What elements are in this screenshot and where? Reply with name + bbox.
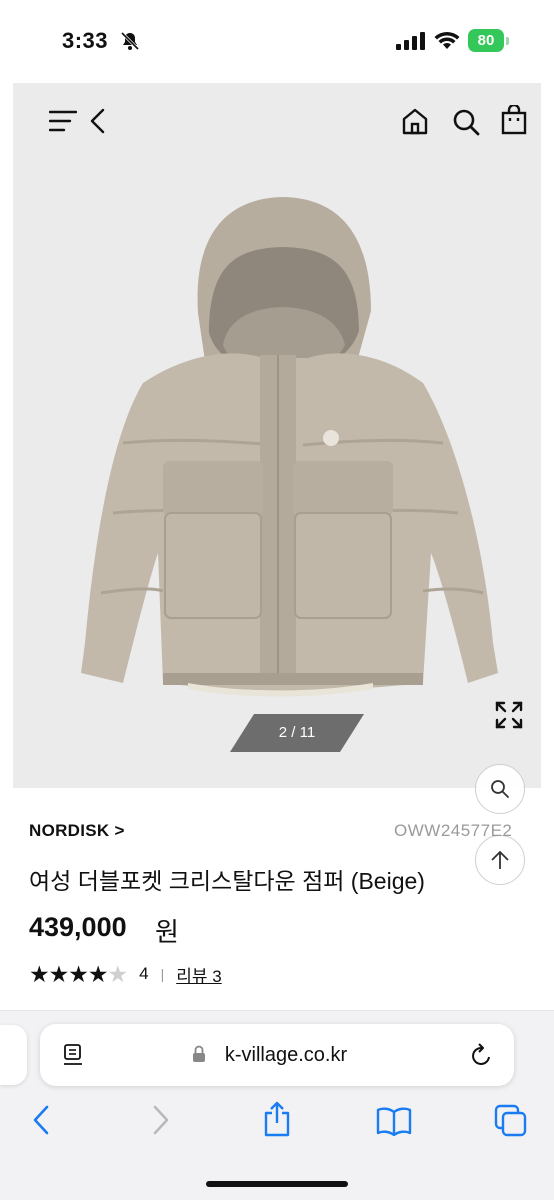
rating-separator: | bbox=[160, 966, 165, 982]
previous-tab-peek[interactable] bbox=[0, 1025, 27, 1085]
scroll-top-icon bbox=[491, 850, 509, 869]
reload-icon[interactable] bbox=[470, 1042, 494, 1068]
battery-level: 80 bbox=[468, 29, 504, 52]
home-indicator bbox=[206, 1181, 348, 1187]
price-currency: 원 bbox=[155, 917, 179, 947]
signal-icon bbox=[396, 32, 425, 50]
slide-counter-text: 2 / 11 bbox=[278, 724, 316, 741]
bell-slash-icon bbox=[120, 31, 140, 51]
product-code: OWW24577E2 bbox=[394, 821, 513, 840]
product-image bbox=[81, 197, 498, 697]
home-icon[interactable] bbox=[401, 107, 429, 135]
rating: ★★★★★ 4 | 리뷰 3 bbox=[29, 960, 222, 987]
share-icon[interactable] bbox=[262, 1100, 292, 1138]
bookmarks-icon[interactable] bbox=[376, 1106, 412, 1136]
search-icon[interactable] bbox=[452, 108, 480, 136]
bag-icon[interactable] bbox=[501, 105, 527, 135]
review-link[interactable]: 리뷰 3 bbox=[176, 962, 221, 987]
status-bar: 3:33 80 bbox=[0, 0, 554, 82]
scroll-top-button[interactable] bbox=[475, 835, 525, 885]
url-text: k-village.co.kr bbox=[224, 1044, 348, 1066]
product-title: 여성 더블포켓 크리스탈다운 점퍼 (Beige) bbox=[29, 868, 425, 894]
forward-icon[interactable] bbox=[151, 1104, 171, 1136]
slide-counter: 2 / 11 bbox=[230, 714, 364, 752]
back-icon[interactable] bbox=[31, 1104, 51, 1136]
battery-tip bbox=[506, 37, 509, 45]
wifi-icon bbox=[434, 31, 460, 49]
product-gallery[interactable] bbox=[13, 83, 541, 788]
tabs-icon[interactable] bbox=[494, 1104, 528, 1138]
status-time: 3:33 bbox=[62, 28, 109, 53]
expand-icon[interactable] bbox=[494, 700, 524, 730]
address-bar[interactable]: k-village.co.kr bbox=[40, 1024, 514, 1086]
menu-icon[interactable] bbox=[49, 110, 77, 132]
product-price: 439,000 bbox=[29, 912, 127, 942]
rating-count: 4 bbox=[139, 964, 149, 983]
brand-link[interactable]: NORDISK > bbox=[29, 821, 125, 841]
rating-stars: ★★★★★ bbox=[29, 960, 128, 987]
back-icon[interactable] bbox=[89, 108, 105, 134]
zoom-button[interactable] bbox=[475, 764, 525, 814]
zoom-icon bbox=[491, 780, 509, 798]
